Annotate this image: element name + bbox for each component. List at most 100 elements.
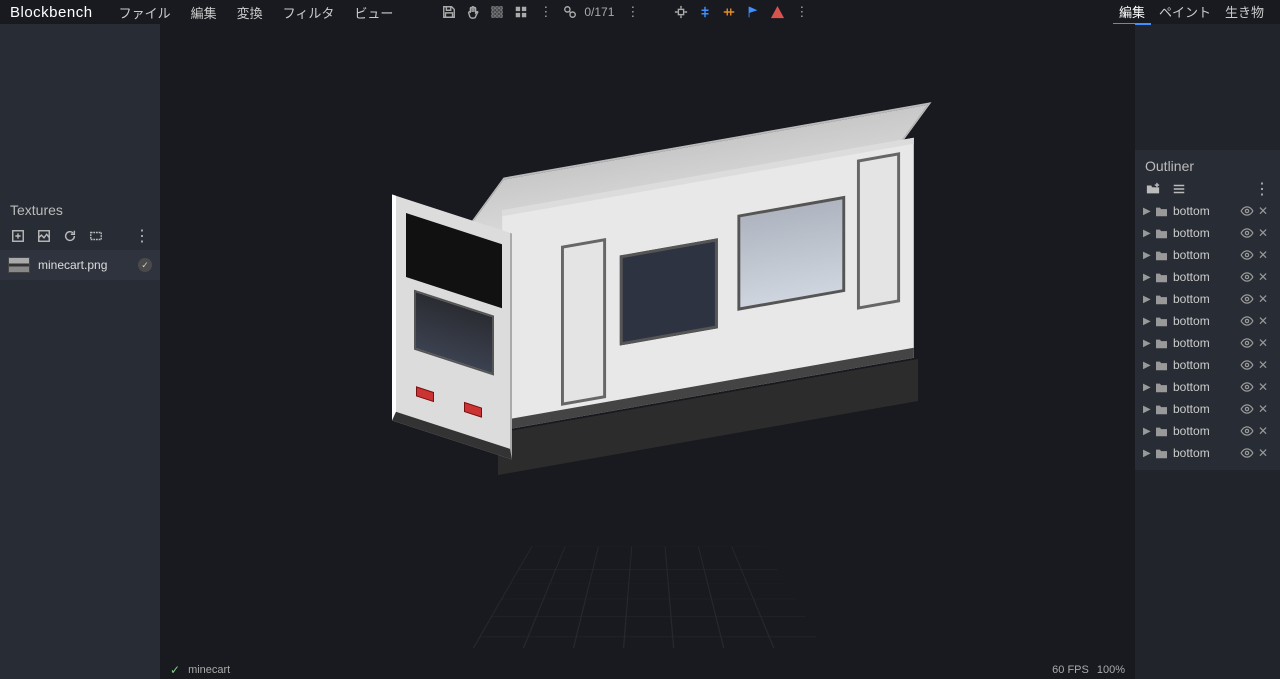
visibility-toggle-icon[interactable] (1240, 250, 1254, 260)
quad-icon[interactable] (511, 2, 531, 22)
remove-icon[interactable]: ✕ (1258, 292, 1272, 306)
caret-icon[interactable]: ▶ (1143, 250, 1151, 261)
create-texture-icon[interactable] (36, 228, 52, 244)
model-preview (348, 134, 948, 514)
outliner-item[interactable]: ▶bottom✕ (1135, 442, 1280, 464)
remove-icon[interactable]: ✕ (1258, 424, 1272, 438)
remove-icon[interactable]: ✕ (1258, 380, 1272, 394)
outliner-panel: Outliner ⋮ ▶bottom✕▶bottom✕▶bottom✕▶bott… (1135, 150, 1280, 470)
outliner-item[interactable]: ▶bottom✕ (1135, 420, 1280, 442)
outliner-item[interactable]: ▶bottom✕ (1135, 266, 1280, 288)
center-icon[interactable] (671, 2, 691, 22)
outliner-item[interactable]: ▶ bottom ✕ (1135, 222, 1280, 244)
caret-icon[interactable]: ▶ (1143, 426, 1151, 437)
texture-item[interactable]: minecart.png ✓ (0, 250, 160, 280)
outliner-item[interactable]: ▶bottom✕ (1135, 200, 1280, 222)
folder-icon (1155, 360, 1169, 371)
visibility-toggle-icon[interactable] (1240, 338, 1254, 348)
flag-icon[interactable] (743, 2, 763, 22)
snap-y-icon[interactable] (695, 2, 715, 22)
visibility-toggle-icon[interactable] (1240, 382, 1254, 392)
visibility-toggle-icon[interactable] (1240, 272, 1254, 282)
mode-tab-edit[interactable]: 編集 (1113, 0, 1151, 25)
outliner-item[interactable]: ▶bottom✕ (1135, 332, 1280, 354)
save-icon[interactable] (439, 2, 459, 22)
visibility-toggle-icon[interactable] (1240, 404, 1254, 414)
remove-icon[interactable]: ✕ (1258, 248, 1272, 262)
outliner-options-icon[interactable] (1171, 181, 1187, 197)
remove-icon[interactable]: ✕ (1258, 336, 1272, 350)
mode-tab-animate[interactable]: 生き物 (1219, 0, 1270, 25)
textures-more-icon[interactable]: ⋮ (134, 228, 150, 244)
menu-transform[interactable]: 変換 (229, 1, 271, 24)
toolbar-more-2[interactable]: ⋮ (622, 4, 643, 20)
outliner-item-name: bottom (1173, 402, 1236, 416)
outliner-item-name: bottom (1173, 358, 1236, 372)
remove-icon[interactable]: ✕ (1258, 204, 1272, 218)
reload-textures-icon[interactable] (62, 228, 78, 244)
folder-icon (1155, 404, 1169, 415)
status-bar: ✓ minecart 60 FPS 100% (160, 661, 1135, 679)
caret-icon[interactable]: ▶ (1143, 360, 1151, 371)
visibility-toggle-icon[interactable] (1240, 448, 1254, 458)
remove-icon[interactable]: ✕ (1258, 446, 1272, 460)
toolbar-more-1[interactable]: ⋮ (535, 4, 556, 20)
textures-panel-title: Textures (0, 194, 160, 224)
snap-x-icon[interactable] (719, 2, 739, 22)
outliner-toolbar: ⋮ (1135, 178, 1280, 200)
folder-icon (1155, 426, 1169, 437)
add-group-icon[interactable] (1145, 181, 1161, 197)
outliner-item[interactable]: ▶bottom✕ (1135, 376, 1280, 398)
remove-icon[interactable]: ✕ (1258, 358, 1272, 372)
import-texture-icon[interactable] (10, 228, 26, 244)
folder-icon (1155, 294, 1169, 305)
caret-icon[interactable]: ▶ (1143, 294, 1151, 305)
menu-edit[interactable]: 編集 (183, 1, 225, 24)
visibility-toggle-icon[interactable] (1240, 294, 1254, 304)
caret-icon[interactable]: ▶ (1143, 404, 1151, 415)
visibility-toggle-icon[interactable] (1240, 316, 1254, 326)
caret-icon[interactable]: ▶ (1143, 338, 1151, 349)
caret-icon[interactable]: ▶ (1143, 228, 1151, 239)
menu-view[interactable]: ビュー (346, 1, 401, 24)
outliner-list: ▶bottom✕▶bottom✕▶bottom✕▶bottom✕▶bottom✕… (1135, 200, 1280, 464)
outliner-item[interactable]: ▶ bottom ✕ (1135, 354, 1280, 376)
remove-icon[interactable]: ✕ (1258, 226, 1272, 240)
hand-icon[interactable] (463, 2, 483, 22)
viewport-3d[interactable] (160, 24, 1135, 661)
textures-panel: Textures ⋮ minecart.png ✓ (0, 24, 160, 679)
ground-grid (472, 547, 822, 648)
caret-icon[interactable]: ▶ (1143, 272, 1151, 283)
remove-icon[interactable]: ✕ (1258, 314, 1272, 328)
outliner-item[interactable]: ▶bottom✕ (1135, 310, 1280, 332)
folder-icon (1155, 272, 1169, 283)
remove-icon[interactable]: ✕ (1258, 270, 1272, 284)
remove-icon[interactable]: ✕ (1258, 402, 1272, 416)
outliner-item-name: bottom (1173, 226, 1236, 240)
outliner-item[interactable]: ▶ bottom ✕ (1135, 398, 1280, 420)
grid-select-icon[interactable] (487, 2, 507, 22)
texture-placeholder-icon[interactable] (88, 228, 104, 244)
menu-filter[interactable]: フィルタ (275, 1, 343, 24)
visibility-toggle-icon[interactable] (1240, 206, 1254, 216)
menu-file[interactable]: ファイル (111, 1, 179, 24)
folder-icon (1155, 228, 1169, 239)
outliner-more-icon[interactable]: ⋮ (1254, 181, 1270, 197)
outliner-item-name: bottom (1173, 292, 1236, 306)
caret-icon[interactable]: ▶ (1143, 316, 1151, 327)
outliner-item[interactable]: ▶ bottom ✕ (1135, 288, 1280, 310)
toolbar-more-3[interactable]: ⋮ (791, 4, 812, 20)
warning-icon[interactable] (767, 2, 787, 22)
caret-icon[interactable]: ▶ (1143, 206, 1151, 217)
main-area: Textures ⋮ minecart.png ✓ (0, 24, 1280, 679)
app-brand: Blockbench (10, 4, 93, 21)
caret-icon[interactable]: ▶ (1143, 448, 1151, 459)
folder-icon (1155, 206, 1169, 217)
visibility-toggle-icon[interactable] (1240, 228, 1254, 238)
visibility-toggle-icon[interactable] (1240, 426, 1254, 436)
mode-tab-paint[interactable]: ペイント (1153, 0, 1217, 25)
caret-icon[interactable]: ▶ (1143, 382, 1151, 393)
outliner-item[interactable]: ▶bottom✕ (1135, 244, 1280, 266)
visibility-toggle-icon[interactable] (1240, 360, 1254, 370)
link-icon[interactable] (560, 2, 580, 22)
